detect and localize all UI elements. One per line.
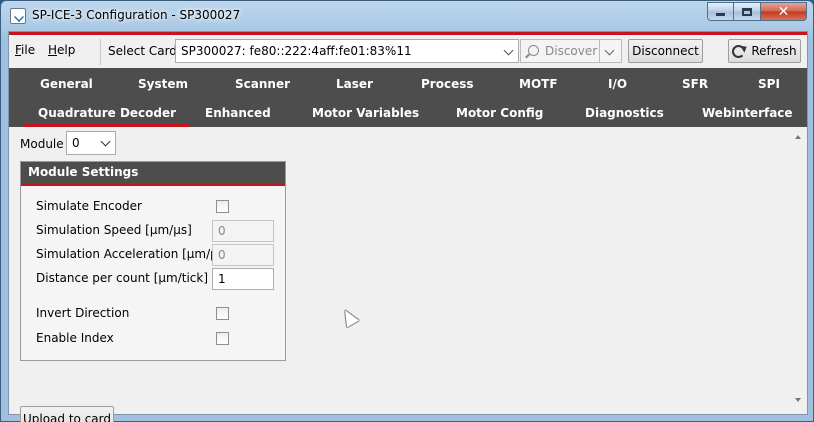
upload-label: Upload to card — [22, 412, 111, 422]
menu-bar: File Help Select Card: SP300027: fe80::2… — [9, 35, 807, 68]
simulate-encoder-label: Simulate Encoder — [36, 199, 142, 213]
tab-system[interactable]: System — [138, 77, 188, 91]
scroll-up-arrow-icon[interactable] — [795, 135, 801, 139]
tab-bar: General System Scanner Laser Process MOT… — [9, 68, 807, 127]
tab-motor-variables[interactable]: Motor Variables — [312, 106, 419, 120]
card-select-dropdown[interactable]: SP300027: fe80::222:4aff:fe01:83%11 — [175, 39, 519, 63]
window-title: SP-ICE-3 Configuration - SP300027 — [32, 8, 241, 22]
panel-title: Module Settings — [21, 162, 285, 186]
discover-button[interactable]: Discover — [520, 39, 600, 63]
refresh-icon — [732, 44, 746, 58]
simulation-acceleration-field[interactable]: 0 — [212, 244, 274, 266]
chevron-down-icon — [100, 136, 111, 147]
tab-scanner[interactable]: Scanner — [235, 77, 290, 91]
distance-per-count-field[interactable]: 1 — [212, 268, 274, 290]
invert-direction-label: Invert Direction — [36, 306, 130, 320]
discover-label: Discover — [545, 44, 598, 58]
tab-io[interactable]: I/O — [608, 77, 627, 91]
tab-sfr[interactable]: SFR — [682, 77, 708, 91]
chevron-down-icon — [604, 45, 615, 56]
distance-per-count-label: Distance per count [µm/tick] — [36, 271, 209, 285]
enable-index-checkbox[interactable] — [216, 332, 229, 345]
tab-content: Module 0 Module Settings Simulate Encode… — [9, 127, 807, 422]
tab-enhanced[interactable]: Enhanced — [205, 106, 271, 120]
menu-help[interactable]: Help — [48, 43, 75, 57]
tab-laser[interactable]: Laser — [336, 77, 373, 91]
title-bar[interactable]: SP-ICE-3 Configuration - SP300027 ✕ — [1, 1, 813, 31]
enable-index-label: Enable Index — [36, 331, 114, 345]
vertical-scrollbar[interactable] — [790, 127, 807, 414]
tab-quadrature-decoder[interactable]: Quadrature Decoder — [23, 106, 191, 127]
chevron-down-icon — [503, 45, 514, 56]
maximize-icon — [742, 7, 752, 16]
scroll-down-arrow-icon[interactable] — [795, 398, 801, 402]
select-card-label: Select Card: — [108, 44, 181, 58]
module-select[interactable]: 0 — [66, 131, 116, 155]
disconnect-label: Disconnect — [632, 44, 699, 58]
tab-webinterface[interactable]: Webinterface — [702, 106, 793, 120]
close-button[interactable]: ✕ — [761, 2, 807, 21]
app-icon — [10, 8, 26, 24]
invert-direction-checkbox[interactable] — [216, 307, 229, 320]
client-area: File Help Select Card: SP300027: fe80::2… — [8, 31, 808, 422]
refresh-button[interactable]: Refresh — [728, 39, 801, 63]
simulation-speed-label: Simulation Speed [µm/µs] — [36, 223, 192, 237]
simulation-speed-field[interactable]: 0 — [212, 220, 274, 242]
refresh-label: Refresh — [751, 44, 797, 58]
tab-motf[interactable]: MOTF — [519, 77, 558, 91]
menu-separator — [100, 39, 101, 65]
tab-general[interactable]: General — [40, 77, 93, 91]
simulation-acceleration-label: Simulation Acceleration [µm/µs²] — [36, 247, 234, 261]
tab-spi[interactable]: SPI — [758, 77, 780, 91]
tab-motor-config[interactable]: Motor Config — [456, 106, 543, 120]
disconnect-button[interactable]: Disconnect — [628, 39, 703, 63]
app-window: SP-ICE-3 Configuration - SP300027 ✕ File… — [0, 0, 814, 422]
search-icon — [528, 45, 539, 56]
discover-dropdown-button[interactable] — [600, 39, 622, 63]
window-controls: ✕ — [707, 2, 807, 21]
menu-file[interactable]: File — [15, 43, 35, 57]
tab-process[interactable]: Process — [421, 77, 474, 91]
module-label: Module — [20, 137, 64, 151]
module-select-value: 0 — [72, 136, 80, 150]
minimize-button[interactable] — [707, 2, 734, 21]
tab-diagnostics[interactable]: Diagnostics — [585, 106, 664, 120]
upload-to-card-button[interactable]: Upload to card — [20, 406, 114, 422]
simulate-encoder-checkbox[interactable] — [216, 200, 229, 213]
card-select-value: SP300027: fe80::222:4aff:fe01:83%11 — [181, 44, 412, 58]
close-icon: ✕ — [777, 3, 790, 20]
minimize-icon — [716, 13, 725, 16]
maximize-button[interactable] — [734, 2, 761, 21]
module-settings-panel: Module Settings Simulate Encoder Simulat… — [20, 161, 286, 361]
